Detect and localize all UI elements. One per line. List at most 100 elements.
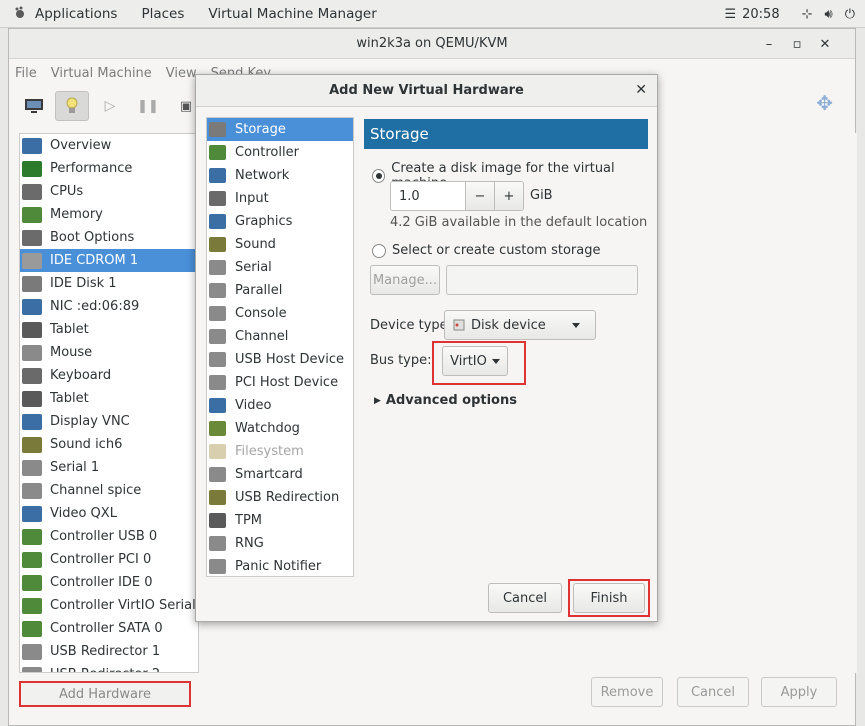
hardware-item[interactable]: Controller IDE 0	[20, 571, 198, 594]
volume-icon[interactable]: 🔊︎	[825, 7, 833, 22]
storage-path-input[interactable]	[446, 265, 638, 295]
device-type-item[interactable]: Controller	[207, 141, 353, 164]
hardware-item-label: Performance	[50, 161, 133, 176]
device-type-item[interactable]: Sound	[207, 233, 353, 256]
hardware-icon	[22, 137, 42, 154]
close-icon[interactable]: ✕	[811, 29, 839, 59]
hardware-item[interactable]: Memory	[20, 203, 198, 226]
hardware-item[interactable]: Overview	[20, 134, 198, 157]
remove-button[interactable]: Remove	[591, 677, 663, 707]
hardware-item[interactable]: Channel spice	[20, 479, 198, 502]
hardware-item[interactable]: Keyboard	[20, 364, 198, 387]
storage-panel: Storage	[364, 119, 648, 149]
decrement-button[interactable]: −	[465, 181, 495, 211]
device-type-item[interactable]: RNG	[207, 532, 353, 555]
app-menu[interactable]: Virtual Machine Manager	[208, 6, 376, 22]
device-type-label: Console	[235, 306, 287, 321]
maximize-icon[interactable]: ▫	[783, 29, 811, 59]
hardware-item[interactable]: IDE CDROM 1	[20, 249, 198, 272]
hardware-icon	[22, 620, 42, 637]
device-icon	[209, 214, 226, 229]
device-type-item[interactable]: Input	[207, 187, 353, 210]
places-menu[interactable]: Places	[141, 6, 184, 22]
device-type-item[interactable]: Watchdog	[207, 417, 353, 440]
finish-button[interactable]: Finish	[573, 583, 645, 613]
network-icon[interactable]: ⊹	[802, 7, 813, 22]
add-hardware-button[interactable]: Add Hardware	[19, 681, 191, 707]
custom-storage-radio[interactable]: Select or create custom storage	[372, 243, 600, 258]
hardware-item[interactable]: Boot Options	[20, 226, 198, 249]
hardware-item[interactable]: Performance	[20, 157, 198, 180]
hardware-item-label: Memory	[50, 207, 103, 222]
device-type-label: Sound	[235, 237, 276, 252]
size-unit: GiB	[530, 188, 553, 203]
device-type-item[interactable]: PCI Host Device	[207, 371, 353, 394]
device-type-item[interactable]: Network	[207, 164, 353, 187]
increment-button[interactable]: +	[494, 181, 524, 211]
device-type-item[interactable]: USB Host Device	[207, 348, 353, 371]
clock[interactable]: 20:58	[742, 7, 779, 22]
apply-button[interactable]: Apply	[761, 677, 837, 707]
run-button[interactable]: ▷	[93, 91, 127, 121]
hardware-item[interactable]: CPUs	[20, 180, 198, 203]
hardware-item[interactable]: Mouse	[20, 341, 198, 364]
hardware-item[interactable]: Controller USB 0	[20, 525, 198, 548]
hardware-item[interactable]: USB Redirector 1	[20, 640, 198, 663]
device-type-item[interactable]: Filesystem	[207, 440, 353, 463]
device-type-item[interactable]: Serial	[207, 256, 353, 279]
dialog-close-icon[interactable]: ✕	[635, 82, 647, 98]
device-type-item[interactable]: Video	[207, 394, 353, 417]
advanced-options-expander[interactable]: ▶ Advanced options	[374, 393, 517, 408]
hardware-item[interactable]: NIC :ed:06:89	[20, 295, 198, 318]
bus-type-label: Bus type:	[370, 353, 432, 368]
console-button[interactable]	[17, 91, 51, 121]
hardware-item[interactable]: Tablet	[20, 318, 198, 341]
panel-header: Storage	[364, 119, 648, 149]
device-type-label: Video	[235, 398, 272, 413]
device-type-label: Watchdog	[235, 421, 300, 436]
hardware-item[interactable]: Video QXL	[20, 502, 198, 525]
hardware-item[interactable]: Controller VirtIO Serial 0	[20, 594, 198, 617]
device-type-item[interactable]: Storage	[207, 118, 353, 141]
hardware-item[interactable]: USB Redirector 2	[20, 663, 198, 672]
play-icon: ▷	[104, 98, 116, 114]
power-icon[interactable]: ⏻	[845, 7, 855, 22]
hardware-icon	[22, 229, 42, 246]
menu-file[interactable]: File	[15, 66, 37, 81]
applications-menu[interactable]: Applications	[14, 5, 117, 22]
device-type-item[interactable]: Panic Notifier	[207, 555, 353, 576]
cancel-button[interactable]: Cancel	[677, 677, 749, 707]
hardware-item-label: Controller IDE 0	[50, 575, 153, 590]
device-type-item[interactable]: Graphics	[207, 210, 353, 233]
device-type-item[interactable]: USB Redirection	[207, 486, 353, 509]
device-type-item[interactable]: Parallel	[207, 279, 353, 302]
bus-type-dropdown[interactable]: VirtIO	[442, 346, 508, 376]
applications-label: Applications	[35, 6, 118, 22]
hardware-item-label: Tablet	[50, 391, 89, 406]
menu-view[interactable]: View	[166, 66, 197, 81]
dialog-cancel-button[interactable]: Cancel	[488, 583, 562, 613]
device-type-dropdown[interactable]: Disk device	[444, 310, 596, 340]
hardware-item[interactable]: IDE Disk 1	[20, 272, 198, 295]
hardware-item[interactable]: Sound ich6	[20, 433, 198, 456]
hardware-item[interactable]: Tablet	[20, 387, 198, 410]
hardware-item[interactable]: Display VNC	[20, 410, 198, 433]
hardware-icon	[22, 459, 42, 476]
device-type-item[interactable]: Console	[207, 302, 353, 325]
device-type-item[interactable]: Smartcard	[207, 463, 353, 486]
hardware-item[interactable]: Serial 1	[20, 456, 198, 479]
device-type-label: PCI Host Device	[235, 375, 339, 390]
hardware-item[interactable]: Controller SATA 0	[20, 617, 198, 640]
device-type-label: Smartcard	[235, 467, 303, 482]
menu-virtual-machine[interactable]: Virtual Machine	[51, 66, 152, 81]
device-type-item[interactable]: TPM	[207, 509, 353, 532]
details-button[interactable]	[55, 91, 89, 121]
fullscreen-icon[interactable]: ✥	[816, 91, 833, 115]
minimize-icon[interactable]: –	[755, 29, 783, 59]
manage-button[interactable]: Manage...	[370, 265, 440, 295]
device-type-item[interactable]: Channel	[207, 325, 353, 348]
disk-size-input[interactable]: 1.0	[390, 181, 466, 211]
pause-button[interactable]: ❚❚	[131, 91, 165, 121]
hardware-item[interactable]: Controller PCI 0	[20, 548, 198, 571]
keyboard-icon[interactable]: ☰	[724, 7, 736, 22]
